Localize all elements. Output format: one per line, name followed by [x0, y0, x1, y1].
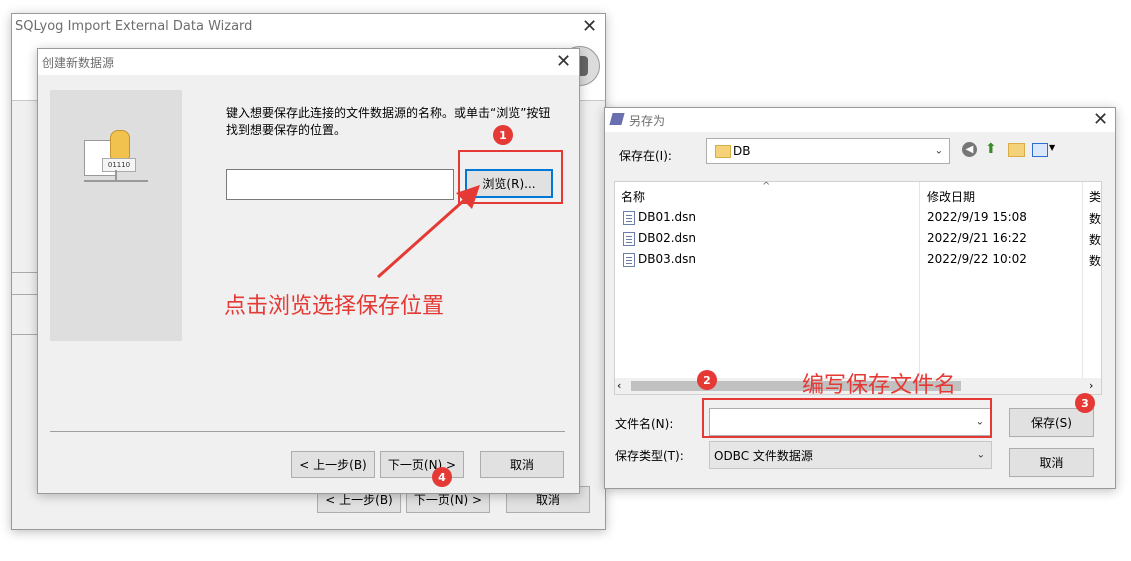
- filename-hint-text: 编写保存文件名: [802, 373, 957, 398]
- file-row[interactable]: DB03.dsn 2022/9/22 10:02 数: [615, 250, 1101, 270]
- view-menu-icon[interactable]: [1032, 143, 1048, 157]
- column-modified[interactable]: 修改日期: [927, 188, 975, 205]
- create-dsn-back-button[interactable]: < 上一步(B): [291, 451, 375, 478]
- main-wizard-separator: [12, 272, 38, 273]
- annotation-arrow: [377, 185, 480, 279]
- create-dsn-separator: [50, 431, 565, 432]
- sort-up-icon: ^: [762, 181, 771, 192]
- illustration-panel: 01110: [50, 90, 182, 341]
- file-name: DB03.dsn: [638, 252, 697, 266]
- browse-hint-text: 点击浏览选择保存位置: [224, 294, 445, 319]
- filename-label: 文件名(N):: [615, 417, 674, 431]
- step-badge-3: 3: [1075, 393, 1095, 413]
- filetype-select[interactable]: ODBC 文件数据源 ⌄: [709, 441, 992, 469]
- dsn-file-icon: [623, 211, 635, 225]
- main-wizard-separator-3: [12, 334, 38, 335]
- dsn-file-icon: [623, 253, 635, 267]
- scroll-right-icon[interactable]: ›: [1089, 379, 1093, 392]
- column-type[interactable]: 类: [1089, 188, 1101, 205]
- filetype-value: ODBC 文件数据源: [714, 449, 813, 463]
- file-row[interactable]: DB01.dsn 2022/9/19 15:08 数: [615, 208, 1101, 228]
- folder-icon: [715, 145, 731, 158]
- main-wizard-separator-2: [12, 294, 38, 295]
- filetype-chevron-down-icon: ⌄: [976, 449, 985, 461]
- save-in-value: DB: [733, 144, 751, 158]
- create-dsn-titlebar: 创建新数据源 ✕: [38, 49, 579, 75]
- create-dsn-cancel-button[interactable]: 取消: [480, 451, 564, 478]
- binary-label: 01110: [102, 158, 136, 172]
- create-dsn-title: 创建新数据源: [42, 56, 115, 70]
- file-modified: 2022/9/19 15:08: [927, 210, 1027, 224]
- file-modified: 2022/9/21 16:22: [927, 231, 1027, 245]
- file-list-header: 名称 ^ 修改日期 类: [615, 182, 1101, 204]
- create-dsn-close-icon[interactable]: ✕: [556, 53, 571, 71]
- data-source-illustration: 01110: [84, 130, 150, 192]
- up-folder-icon[interactable]: ⬆: [985, 141, 999, 157]
- step-badge-2: 2: [697, 370, 717, 390]
- create-dsn-dialog: 创建新数据源 ✕ 01110 键入想要保存此连接的文件数据源的名称。或单击“浏览…: [37, 48, 580, 494]
- main-wizard-titlebar: SQLyog Import External Data Wizard ✕: [12, 14, 605, 42]
- chevron-down-icon: ⌄: [934, 145, 943, 157]
- main-wizard-title: SQLyog Import External Data Wizard: [15, 19, 253, 34]
- save-in-select[interactable]: DB ⌄: [706, 138, 950, 164]
- save-as-cancel-button[interactable]: 取消: [1009, 448, 1094, 477]
- file-name: DB02.dsn: [638, 231, 697, 245]
- file-name: DB01.dsn: [638, 210, 697, 224]
- save-as-titlebar: 另存为 ✕: [605, 108, 1115, 132]
- new-folder-icon[interactable]: [1008, 143, 1025, 157]
- filetype-label: 保存类型(T):: [615, 449, 684, 463]
- file-modified: 2022/9/22 10:02: [927, 252, 1027, 266]
- save-as-title: 另存为: [629, 114, 666, 128]
- main-wizard-close-icon[interactable]: ✕: [582, 18, 597, 36]
- view-menu-chevron-icon[interactable]: ▼: [1049, 143, 1055, 152]
- column-name[interactable]: 名称: [621, 188, 645, 205]
- file-type: 数: [1089, 212, 1102, 226]
- file-row[interactable]: DB02.dsn 2022/9/21 16:22 数: [615, 229, 1101, 249]
- filename-highlight-box: [702, 398, 992, 438]
- file-type: 数: [1089, 254, 1102, 268]
- step-badge-1: 1: [493, 125, 513, 145]
- scroll-left-icon[interactable]: ‹: [617, 379, 621, 392]
- file-type: 数: [1089, 233, 1102, 247]
- save-in-label: 保存在(I):: [619, 149, 672, 163]
- dsn-file-icon: [623, 232, 635, 246]
- step-badge-4: 4: [432, 467, 452, 487]
- back-nav-icon[interactable]: ◀: [962, 142, 977, 157]
- save-as-close-icon[interactable]: ✕: [1093, 111, 1108, 129]
- save-as-app-icon: [609, 113, 625, 125]
- file-list[interactable]: 名称 ^ 修改日期 类 DB01.dsn 2022/9/19 15:08 数 DB02…: [614, 181, 1102, 395]
